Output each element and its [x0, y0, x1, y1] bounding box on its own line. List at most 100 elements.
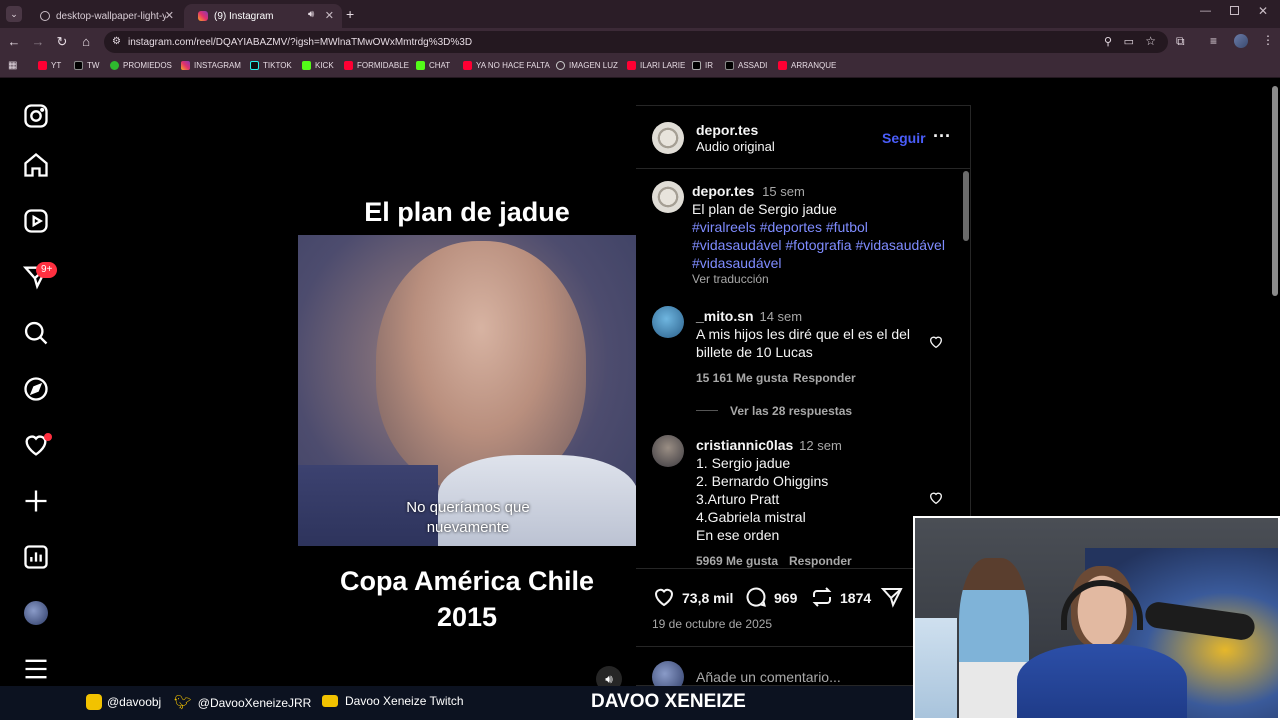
speaker-icon[interactable]: 🔊︎ [308, 9, 314, 20]
comment-text-line: En ese orden [696, 527, 780, 543]
bookmark-imagen-luz[interactable]: IMAGEN LUZ [556, 61, 618, 70]
instagram-icon [86, 694, 102, 710]
restore-button[interactable] [1230, 6, 1239, 15]
notification-badge: 9+ [36, 262, 58, 278]
profile-avatar[interactable] [1234, 34, 1248, 48]
comment-username[interactable]: _mito.sn [696, 308, 754, 324]
like-comment-icon[interactable] [928, 334, 944, 350]
reply-button[interactable]: Responder [793, 369, 856, 387]
comment-likes[interactable]: 15 161 Me gusta [696, 369, 788, 387]
new-tab-button[interactable]: + [346, 6, 354, 22]
webcam-feed [913, 516, 1280, 720]
install-app-icon[interactable]: ▭ [1124, 35, 1134, 48]
minimize-button[interactable]: — [1200, 5, 1211, 17]
comment-time: 12 sem [799, 438, 842, 453]
search-icon[interactable] [22, 319, 50, 347]
overlay-twitch: Davoo Xeneize Twitch [322, 694, 464, 708]
bookmark-yt[interactable]: YT [38, 61, 61, 70]
likes-count[interactable]: 73,8 mil [682, 589, 733, 607]
add-comment-input[interactable]: Añade un comentario... [696, 668, 841, 686]
tab-search-icon[interactable]: ⌄ [6, 6, 22, 22]
bookmark-ir[interactable]: IR [692, 61, 713, 70]
bookmark-ilari-larie[interactable]: ILARI LARIE [627, 61, 685, 70]
bookmark-arranque[interactable]: ARRANQUE [778, 61, 836, 70]
reel-caption: Copa América Chile 2015 [339, 566, 595, 633]
bookmark-tiktok[interactable]: TIKTOK [250, 61, 292, 70]
reposts-count[interactable]: 1874 [840, 589, 871, 607]
tab-wallpaper[interactable]: desktop-wallpaper-light-yellow ✕ [26, 4, 182, 28]
comment-icon[interactable] [744, 585, 768, 609]
create-icon[interactable] [22, 487, 50, 515]
bookmark-star-icon[interactable]: ☆ [1145, 34, 1156, 48]
close-window-button[interactable]: ✕ [1258, 4, 1268, 18]
comments-count[interactable]: 969 [774, 589, 797, 607]
view-replies-button[interactable]: Ver las 28 respuestas [730, 402, 852, 420]
follow-button[interactable]: Seguir [882, 129, 926, 147]
instagram-favicon-icon [198, 11, 208, 21]
page-scrollbar[interactable] [1272, 86, 1278, 296]
instagram-logo-icon[interactable] [22, 102, 50, 130]
home-icon[interactable] [22, 151, 50, 179]
bookmark-tw[interactable]: TW [74, 61, 99, 70]
more-menu-icon[interactable] [22, 655, 50, 683]
author-avatar[interactable] [652, 122, 684, 154]
bookmark-formidable[interactable]: FORMIDABLE [344, 61, 409, 70]
caption-author-avatar[interactable] [652, 181, 684, 213]
close-tab-icon[interactable]: ✕ [165, 9, 174, 22]
bookmark-chat[interactable]: CHAT [416, 61, 450, 70]
explore-icon[interactable] [22, 375, 50, 403]
tab-instagram[interactable]: (9) Instagram 🔊︎ ✕ [184, 4, 342, 28]
reel-video-player[interactable]: El plan de jadue No queríamos que nuevam… [298, 105, 636, 686]
bookmark-assadi[interactable]: ASSADI [725, 61, 767, 70]
comment-username[interactable]: cristiannic0las [696, 437, 793, 453]
audio-label[interactable]: Audio original [696, 138, 775, 156]
bookmark-ya-no-hace-falta[interactable]: YA NO HACE FALTA [463, 61, 550, 70]
reload-icon[interactable]: ↻ [54, 34, 70, 50]
more-options-icon[interactable]: ··· [933, 127, 951, 145]
site-info-icon[interactable]: ⚙ [112, 36, 121, 47]
address-bar[interactable]: ⚙ instagram.com/reel/DQAYIABAZMV/?igsh=M… [104, 31, 1168, 53]
replies-line [696, 410, 718, 411]
bookmarks-bar: ▦ YT TW PROMIEDOS INSTAGRAM TIKTOK KICK … [0, 56, 1280, 78]
like-icon[interactable] [652, 585, 676, 609]
browser-tab-bar: ⌄ desktop-wallpaper-light-yellow ✕ (9) I… [0, 0, 1280, 28]
mute-toggle-button[interactable]: 🔊︎ [596, 666, 622, 686]
forward-icon[interactable]: → [30, 34, 46, 50]
notification-dot [44, 433, 52, 441]
commenter-avatar[interactable] [652, 435, 684, 467]
bookmark-promiedos[interactable]: PROMIEDOS [110, 61, 172, 70]
caption-hashtags-2[interactable]: #vidasaudável #fotografia #vidasaudável [692, 236, 945, 254]
globe-icon [40, 11, 50, 21]
tab-title: (9) Instagram [214, 10, 274, 22]
youtube-icon [38, 61, 47, 70]
profile-avatar[interactable] [24, 601, 48, 625]
globe-icon [556, 61, 565, 70]
like-comment-icon[interactable] [928, 490, 944, 506]
repost-icon[interactable] [810, 585, 834, 609]
overlay-instagram: @davoobj [86, 694, 161, 710]
caption-hashtags-1[interactable]: #viralreels #deportes #futbol [692, 218, 868, 236]
streamer-shirt [1017, 644, 1187, 718]
bookmark-kick[interactable]: KICK [302, 61, 334, 70]
home-icon[interactable]: ⌂ [78, 34, 94, 50]
extensions-icon[interactable]: ⧉ [1176, 34, 1185, 49]
apps-icon[interactable]: ▦ [8, 60, 17, 71]
share-icon[interactable] [880, 585, 904, 609]
author-username[interactable]: depor.tes [696, 121, 758, 139]
caption-author[interactable]: depor.tes [692, 183, 754, 199]
reel-subtitle: No queríamos que nuevamente [406, 499, 530, 536]
close-tab-icon[interactable]: ✕ [325, 9, 334, 22]
dashboard-icon[interactable] [22, 543, 50, 571]
bookmark-instagram[interactable]: INSTAGRAM [181, 61, 241, 70]
overlay-twitter: 🐦︎ @DavooXeneizeJRR [174, 694, 312, 710]
overlay-streamer-name: DAVOO XENEIZE [591, 691, 746, 712]
translate-link[interactable]: Ver traducción [692, 270, 769, 288]
back-icon[interactable]: ← [6, 34, 22, 50]
menu-icon[interactable]: ⋮ [1262, 33, 1274, 47]
commenter-avatar[interactable] [652, 306, 684, 338]
play-icon [322, 695, 338, 707]
comments-scrollbar[interactable] [963, 171, 969, 241]
reading-list-icon[interactable]: ≡ [1210, 34, 1217, 48]
reels-icon[interactable] [22, 207, 50, 235]
zoom-icon[interactable]: ⚲ [1104, 35, 1112, 48]
